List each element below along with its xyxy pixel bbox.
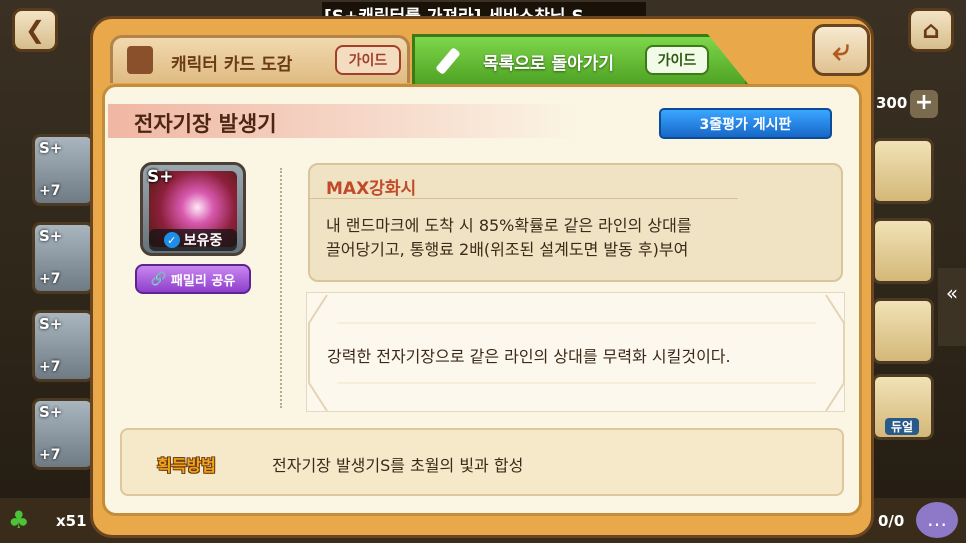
person-icon [127, 46, 153, 74]
clover-count: x51 [56, 512, 87, 530]
right-counter: 300 [876, 94, 907, 112]
duel-label: 듀얼 [885, 418, 920, 435]
level-badge: +7 [39, 271, 61, 287]
max-upgrade-description: 내 랜드마크에 도착 시 85%확률로 같은 라인의 상대를 끌어당기고, 통행… [326, 214, 692, 262]
background-card [872, 138, 934, 204]
grade-badge: S+ [39, 139, 63, 157]
tab-label: 캐릭터 카드 도감 [171, 55, 293, 75]
top-back-button[interactable]: ❮ [12, 8, 58, 52]
link-icon: 🔗 [150, 271, 167, 287]
flavor-text: 강력한 전자기장으로 같은 라인의 상대를 무력화 시킬것이다. [327, 347, 731, 366]
arrow-left-icon: ❮ [24, 16, 46, 44]
item-card[interactable]: S+ ✓ 보유중 [140, 162, 246, 256]
level-badge: +7 [39, 359, 61, 375]
review-board-button[interactable]: 3줄평가 게시판 [659, 108, 832, 139]
resource-count: 300 [876, 94, 908, 112]
divider [308, 198, 738, 199]
background-card [872, 218, 934, 284]
guide-button[interactable]: 가이드 [335, 45, 401, 75]
home-icon: ⌂ [922, 16, 940, 44]
grade-badge: S+ [39, 227, 63, 245]
grade-badge: S+ [39, 403, 63, 421]
add-resource-button[interactable]: + [910, 90, 938, 118]
tab-back-to-list[interactable]: 목록으로 돌아가기 가이드 [412, 34, 748, 84]
guide-button[interactable]: 가이드 [645, 45, 709, 75]
clover-icon: ♣ [8, 506, 30, 534]
owned-badge: ✓ 보유중 [149, 229, 237, 251]
collapse-side-button[interactable]: « [938, 268, 966, 346]
background-card: S+ +7 [32, 222, 94, 294]
background-card: S+ +7 [32, 310, 94, 382]
broom-icon [435, 47, 461, 75]
check-icon: ✓ [163, 232, 180, 248]
description-line: 내 랜드마크에 도착 시 85%확률로 같은 라인의 상대를 [326, 216, 692, 235]
level-badge: +7 [39, 183, 61, 199]
max-upgrade-title: MAX강화시 [326, 179, 417, 199]
family-share-label: 패밀리 공유 [170, 273, 236, 289]
chat-button[interactable]: … [916, 502, 958, 538]
family-share-button[interactable]: 🔗 패밀리 공유 [135, 264, 251, 294]
grade-badge: S+ [39, 315, 63, 333]
item-title: 전자기장 발생기 [134, 112, 277, 136]
background-card: S+ +7 [32, 134, 94, 206]
acquire-label: 획득방법 [157, 456, 216, 475]
background-card [872, 298, 934, 364]
home-button[interactable]: ⌂ [908, 8, 954, 52]
tab-label: 목록으로 돌아가기 [483, 54, 615, 74]
background-card: S+ +7 [32, 398, 94, 470]
back-button[interactable]: ⤶ [812, 24, 870, 76]
bottom-right-count: 0/0 [878, 512, 905, 530]
double-chevron-left-icon: « [945, 281, 959, 305]
divider [280, 168, 282, 408]
background-card: 듀얼 [872, 374, 934, 440]
tab-card-collection[interactable]: 캐릭터 카드 도감 가이드 [110, 35, 410, 83]
plus-icon: + [914, 90, 934, 115]
acquire-text: 전자기장 발생기S를 초월의 빛과 합성 [272, 456, 524, 475]
grade-badge: S+ [147, 167, 174, 187]
chat-icon: … [927, 507, 947, 531]
arrow-left-icon: ⤶ [832, 32, 850, 68]
level-badge: +7 [39, 447, 61, 463]
description-line: 끌어당기고, 통행료 2배(위조된 설계도면 발동 후)부여 [326, 240, 689, 259]
owned-label: 보유중 [183, 233, 223, 249]
